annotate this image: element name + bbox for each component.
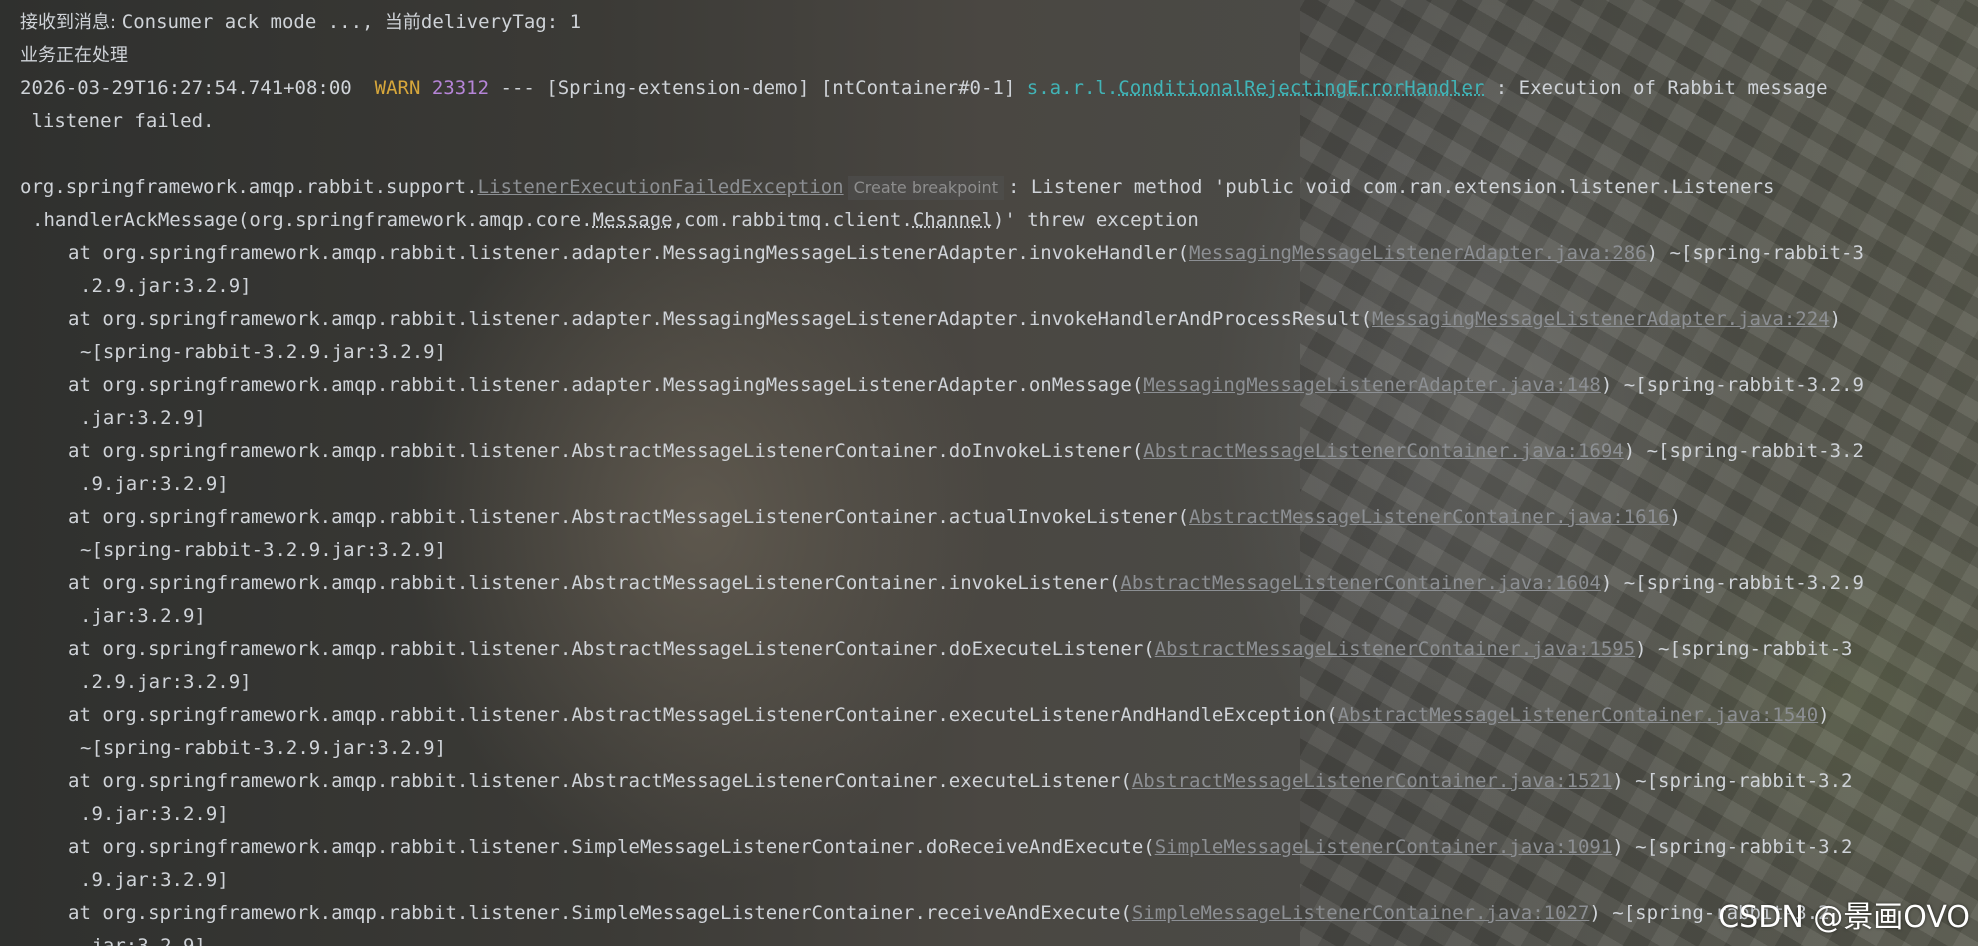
- stack-frame-cont: ~[spring-rabbit-3.2.9.jar:3.2.9]: [80, 341, 447, 363]
- stack-frame-method: at org.springframework.amqp.rabbit.liste…: [68, 638, 1155, 660]
- stack-frame: at org.springframework.amqp.rabbit.liste…: [20, 831, 1968, 864]
- stack-frame: at org.springframework.amqp.rabbit.liste…: [20, 501, 1968, 534]
- stack-frame-tail: ) ~[spring-rabbit-3.2: [1623, 440, 1864, 462]
- received-text: Consumer ack mode ...,: [121, 11, 385, 33]
- stack-frame: at org.springframework.amqp.rabbit.liste…: [20, 699, 1968, 732]
- received-tag-text: deliveryTag: 1: [420, 11, 582, 33]
- stack-frame-source-link[interactable]: AbstractMessageListenerContainer.java:16…: [1143, 440, 1623, 462]
- stack-frame-tail: ) ~[spring-rabbit-3.2: [1612, 770, 1853, 792]
- log-level: WARN: [374, 77, 421, 99]
- stack-frame-tail: ) ~[spring-rabbit-3.2: [1612, 836, 1853, 858]
- stack-frame-source-link[interactable]: AbstractMessageListenerContainer.java:15…: [1132, 770, 1612, 792]
- log-thread: [ntContainer#0-1]: [820, 77, 1016, 99]
- stack-frame-method: at org.springframework.amqp.rabbit.liste…: [68, 770, 1132, 792]
- stack-frame-method: at org.springframework.amqp.rabbit.liste…: [68, 572, 1121, 594]
- log-logger[interactable]: s.a.r.l.ConditionalRejectingErrorHandler: [1027, 77, 1485, 99]
- stack-frame-source-link[interactable]: AbstractMessageListenerContainer.java:15…: [1338, 704, 1818, 726]
- exception-cont-1: .handlerAckMessage(org.springframework.a…: [32, 209, 593, 231]
- exception-package: org.springframework.amqp.rabbit.support.: [20, 176, 478, 198]
- stack-frame-cont: .jar:3.2.9]: [80, 935, 206, 946]
- exception-cont-3: )' threw exception: [992, 209, 1199, 231]
- stack-frame: at org.springframework.amqp.rabbit.liste…: [20, 897, 1968, 930]
- stack-frame-method: at org.springframework.amqp.rabbit.liste…: [68, 506, 1190, 528]
- stack-frame-cont: ~[spring-rabbit-3.2.9.jar:3.2.9]: [80, 539, 447, 561]
- stack-frame-tail: ) ~[spring-rabbit-3: [1635, 638, 1853, 660]
- stack-frame-cont: .jar:3.2.9]: [80, 605, 206, 627]
- stack-frame: at org.springframework.amqp.rabbit.liste…: [20, 435, 1968, 468]
- log-logger-class[interactable]: ConditionalRejectingErrorHandler: [1118, 77, 1484, 99]
- console-output: 接收到消息: Consumer ack mode ..., 当前delivery…: [0, 0, 1978, 946]
- log-line-warn: 2026-03-29T16:27:54.741+08:00 WARN 23312…: [20, 72, 1968, 105]
- exception-line-cont: .handlerAckMessage(org.springframework.a…: [20, 204, 1968, 237]
- log-line-blank: [20, 138, 1968, 171]
- stack-frame: at org.springframework.amqp.rabbit.liste…: [20, 303, 1968, 336]
- stack-frame-source-link[interactable]: AbstractMessageListenerContainer.java:16…: [1189, 506, 1669, 528]
- log-separator: ---: [500, 77, 535, 99]
- stack-frame-tail: ) ~[spring-rabbit-3.2.9: [1600, 572, 1864, 594]
- stack-frame-method: at org.springframework.amqp.rabbit.liste…: [68, 374, 1144, 396]
- stack-frame-cont: ~[spring-rabbit-3.2.9.jar:3.2.9]: [80, 737, 447, 759]
- received-prefix: 接收到消息:: [20, 12, 122, 33]
- stack-frame-tail: ) ~[spring-rabbit-3: [1646, 242, 1864, 264]
- received-tag-label: 当前: [384, 12, 421, 33]
- create-breakpoint-button[interactable]: Create breakpoint: [847, 176, 1004, 200]
- stack-frame-source-link[interactable]: MessagingMessageListenerAdapter.java:148: [1143, 374, 1601, 396]
- stack-frame-cont: .9.jar:3.2.9]: [80, 803, 229, 825]
- exception-line: org.springframework.amqp.rabbit.support.…: [20, 171, 1968, 204]
- log-message: : Execution of Rabbit message: [1495, 77, 1828, 99]
- stack-frame-cont: .2.9.jar:3.2.9]: [80, 671, 252, 693]
- log-pid: 23312: [431, 77, 490, 99]
- stack-frame: at org.springframework.amqp.rabbit.liste…: [20, 765, 1968, 798]
- exception-cont-message-type[interactable]: Message: [593, 209, 673, 231]
- stack-frame-tail: ): [1829, 308, 1842, 330]
- stack-frame-cont: .jar:3.2.9]: [80, 407, 206, 429]
- stack-frame-source-link[interactable]: SimpleMessageListenerContainer.java:1091: [1155, 836, 1613, 858]
- stack-frame-method: at org.springframework.amqp.rabbit.liste…: [68, 440, 1144, 462]
- stack-frame-method: at org.springframework.amqp.rabbit.liste…: [68, 704, 1338, 726]
- log-line-received: 接收到消息: Consumer ack mode ..., 当前delivery…: [20, 6, 1968, 39]
- stack-frame: at org.springframework.amqp.rabbit.liste…: [20, 633, 1968, 666]
- exception-cont-channel-type[interactable]: Channel: [913, 209, 993, 231]
- stack-frame-source-link[interactable]: SimpleMessageListenerContainer.java:1027: [1132, 902, 1590, 924]
- log-line-processing: 业务正在处理: [20, 45, 128, 66]
- stack-frame: at org.springframework.amqp.rabbit.liste…: [20, 237, 1968, 270]
- stack-frame-cont: .9.jar:3.2.9]: [80, 473, 229, 495]
- stack-frame-tail: ) ~[spring-rabbit-3.2.9: [1600, 374, 1864, 396]
- csdn-watermark: CSDN @景画OVO: [1718, 900, 1970, 935]
- exception-message: : Listener method 'public void com.ran.e…: [1007, 176, 1775, 198]
- stack-frame: at org.springframework.amqp.rabbit.liste…: [20, 369, 1968, 402]
- stack-frame-cont: .2.9.jar:3.2.9]: [80, 275, 252, 297]
- stack-frame-source-link[interactable]: AbstractMessageListenerContainer.java:15…: [1155, 638, 1635, 660]
- stack-frame: at org.springframework.amqp.rabbit.liste…: [20, 567, 1968, 600]
- stack-frame-cont: .9.jar:3.2.9]: [80, 869, 229, 891]
- exception-cont-2: ,com.rabbitmq.client.: [672, 209, 913, 231]
- stack-frame-source-link[interactable]: AbstractMessageListenerContainer.java:16…: [1120, 572, 1600, 594]
- stack-frame-tail: ): [1818, 704, 1830, 726]
- log-logger-prefix: s.a.r.l.: [1026, 77, 1119, 99]
- stack-frame-method: at org.springframework.amqp.rabbit.liste…: [68, 308, 1373, 330]
- log-line-warn-cont: listener failed.: [20, 110, 215, 132]
- log-lines: 接收到消息: Consumer ack mode ..., 当前delivery…: [20, 6, 1968, 946]
- log-app: [Spring-extension-demo]: [546, 77, 810, 99]
- stack-frame-source-link[interactable]: MessagingMessageListenerAdapter.java:224: [1372, 308, 1830, 330]
- stack-trace: at org.springframework.amqp.rabbit.liste…: [20, 237, 1968, 946]
- stack-frame-method: at org.springframework.amqp.rabbit.liste…: [68, 242, 1190, 264]
- stack-frame-method: at org.springframework.amqp.rabbit.liste…: [68, 836, 1155, 858]
- exception-class-link[interactable]: ListenerExecutionFailedException: [478, 176, 844, 198]
- stack-frame-method: at org.springframework.amqp.rabbit.liste…: [68, 902, 1132, 924]
- stack-frame-source-link[interactable]: MessagingMessageListenerAdapter.java:286: [1189, 242, 1647, 264]
- stack-frame-tail: ): [1669, 506, 1681, 528]
- log-timestamp: 2026-03-29T16:27:54.741+08:00: [20, 77, 352, 99]
